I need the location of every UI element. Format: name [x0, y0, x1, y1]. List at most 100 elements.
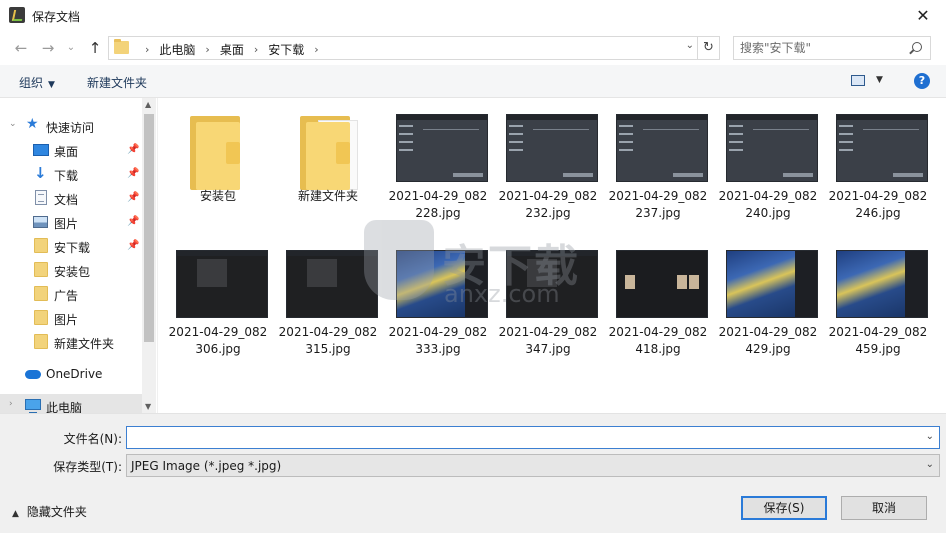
new-folder-button[interactable]: 新建文件夹: [87, 74, 147, 91]
forward-arrow-icon[interactable]: →: [39, 39, 57, 57]
file-item[interactable]: 2021-04-29_082 246.jpg: [828, 112, 928, 242]
sidebar-item-quick-access[interactable]: ⌄ ★ 快速访问: [0, 114, 142, 138]
breadcrumb: › 此电脑 › 桌面 › 安下载 ›: [135, 41, 329, 58]
sidebar-item-new-folder[interactable]: 新建文件夹: [0, 330, 142, 354]
file-item[interactable]: 2021-04-29_082 459.jpg: [828, 248, 928, 378]
breadcrumb-separator-icon[interactable]: ›: [205, 43, 209, 56]
image-thumbnail: [722, 112, 818, 182]
file-item[interactable]: 2021-04-29_082 232.jpg: [498, 112, 598, 242]
sidebar-item-label: 快速访问: [46, 121, 95, 135]
sidebar-item-pictures[interactable]: 图片 📌: [0, 210, 142, 234]
sidebar-item-this-pc[interactable]: › 此电脑: [0, 394, 142, 413]
breadcrumb-anxiazai[interactable]: 安下载: [268, 41, 304, 58]
scroll-down-icon[interactable]: ▼: [145, 402, 151, 411]
up-arrow-icon[interactable]: ↑: [86, 39, 104, 57]
image-thumbnail: [612, 248, 708, 318]
folder-icon: [34, 286, 48, 301]
download-icon: ↓: [34, 164, 47, 182]
sidebar-item-label: 下载: [54, 169, 79, 183]
breadcrumb-this-pc[interactable]: 此电脑: [159, 41, 195, 58]
breadcrumb-separator-icon[interactable]: ›: [254, 43, 258, 56]
image-thumbnail: [392, 112, 488, 182]
navigation-pane: ⌄ ★ 快速访问 桌面 📌 ↓ 下载 📌 文档 📌 图片 📌 安下载 📌 安装包…: [0, 98, 158, 413]
refresh-icon[interactable]: ↻: [698, 36, 720, 60]
recent-locations-chevron-icon[interactable]: ⌄: [62, 39, 80, 57]
file-item[interactable]: 2021-04-29_082 306.jpg: [168, 248, 268, 378]
close-button[interactable]: ✕: [900, 0, 946, 31]
sidebar-item-pictures-folder[interactable]: 图片: [0, 306, 142, 330]
organize-button[interactable]: 组织 ▼: [19, 74, 55, 91]
sidebar-item-label: 广告: [54, 289, 79, 303]
window-title: 保存文档: [32, 10, 81, 24]
expand-chevron-icon[interactable]: ›: [9, 399, 13, 409]
file-name: 2021-04-29_082 237.jpg: [608, 189, 708, 220]
sidebar-scrollbar[interactable]: ▲ ▼: [142, 98, 156, 413]
sidebar-item-ads[interactable]: 广告: [0, 282, 142, 306]
pin-icon: 📌: [127, 192, 140, 203]
chevron-down-icon[interactable]: ⌄: [926, 459, 934, 470]
organize-label: 组织: [19, 76, 44, 90]
search-box[interactable]: [733, 36, 931, 60]
sidebar-item-label: OneDrive: [46, 367, 103, 381]
file-item[interactable]: 2021-04-29_082 228.jpg: [388, 112, 488, 242]
address-bar[interactable]: › 此电脑 › 桌面 › 安下载 › ⌄: [108, 36, 698, 60]
view-mode-icon[interactable]: [851, 75, 865, 86]
folder-icon: [34, 238, 48, 253]
filename-input[interactable]: [131, 429, 911, 446]
filetype-select[interactable]: JPEG Image (*.jpeg *.jpg) ⌄: [126, 454, 940, 477]
file-item[interactable]: 安装包: [168, 112, 268, 242]
chevron-down-icon[interactable]: ⌄: [926, 431, 934, 442]
image-thumbnail: [832, 248, 928, 318]
save-button[interactable]: 保存(S): [741, 496, 827, 520]
desktop-icon: [33, 144, 49, 156]
sidebar-item-documents[interactable]: 文档 📌: [0, 186, 142, 210]
expand-chevron-icon[interactable]: ⌄: [9, 119, 17, 129]
file-name: 2021-04-29_082 459.jpg: [828, 325, 928, 356]
image-thumbnail: [612, 112, 708, 182]
hide-folders-button[interactable]: ▲ 隐藏文件夹: [12, 503, 87, 520]
command-bar: 组织 ▼ 新建文件夹 ▼ ?: [0, 65, 946, 98]
file-item[interactable]: 新建文件夹: [278, 112, 378, 242]
sidebar-item-install-pkg[interactable]: 安装包: [0, 258, 142, 282]
document-icon: [35, 190, 47, 205]
search-icon[interactable]: [912, 42, 922, 52]
caret-down-icon: ▼: [48, 80, 55, 90]
scroll-up-icon[interactable]: ▲: [145, 100, 151, 109]
file-item[interactable]: 2021-04-29_082 240.jpg: [718, 112, 818, 242]
file-item[interactable]: 2021-04-29_082 315.jpg: [278, 248, 378, 378]
breadcrumb-separator-icon[interactable]: ›: [314, 43, 318, 56]
filename-combobox[interactable]: ⌄: [126, 426, 940, 449]
file-item[interactable]: 2021-04-29_082 429.jpg: [718, 248, 818, 378]
image-thumbnail: [172, 248, 268, 318]
file-name: 2021-04-29_082 240.jpg: [718, 189, 818, 220]
folder-icon: [34, 262, 48, 277]
cancel-button[interactable]: 取消: [841, 496, 927, 520]
pin-icon: 📌: [127, 216, 140, 227]
file-item[interactable]: 2021-04-29_082 237.jpg: [608, 112, 708, 242]
back-arrow-icon[interactable]: ←: [12, 39, 30, 57]
help-icon[interactable]: ?: [914, 73, 930, 89]
breadcrumb-desktop[interactable]: 桌面: [220, 41, 244, 58]
pictures-icon: [33, 216, 48, 228]
breadcrumb-separator-icon[interactable]: ›: [145, 43, 149, 56]
caret-down-icon[interactable]: ▼: [876, 75, 883, 85]
sidebar-item-label: 安下载: [54, 241, 91, 255]
scrollbar-thumb[interactable]: [144, 114, 154, 342]
file-name: 新建文件夹: [297, 189, 358, 203]
file-item[interactable]: 2021-04-29_082 347.jpg: [498, 248, 598, 378]
file-list: 安装包 新建文件夹 2021-04-29_082 228.jpg 2021-04-29…: [158, 98, 946, 413]
sidebar-item-label: 桌面: [54, 145, 79, 159]
folder-icon: [172, 112, 264, 190]
search-input[interactable]: [740, 40, 900, 56]
image-thumbnail: [392, 248, 488, 318]
sidebar-item-onedrive[interactable]: OneDrive: [0, 362, 142, 386]
chevron-down-icon[interactable]: ⌄: [686, 40, 694, 51]
sidebar-item-anxiazai[interactable]: 安下载 📌: [0, 234, 142, 258]
filename-label: 文件名(N):: [63, 432, 122, 446]
filetype-label: 保存类型(T):: [53, 460, 122, 474]
file-item[interactable]: 2021-04-29_082 418.jpg: [608, 248, 708, 378]
file-name: 2021-04-29_082 246.jpg: [828, 189, 928, 220]
sidebar-item-downloads[interactable]: ↓ 下载 📌: [0, 162, 142, 186]
file-item[interactable]: 2021-04-29_082 333.jpg: [388, 248, 488, 378]
sidebar-item-desktop[interactable]: 桌面 📌: [0, 138, 142, 162]
